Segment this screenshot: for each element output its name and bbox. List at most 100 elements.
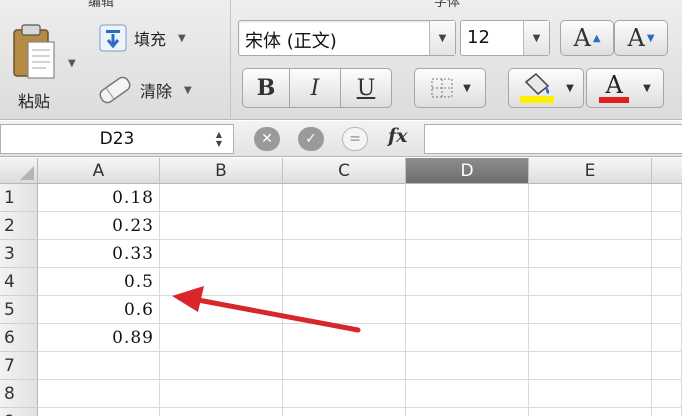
cell[interactable] (652, 268, 682, 296)
fx-icon[interactable]: fx (388, 125, 408, 147)
name-box-stepper[interactable]: ▲ ▼ (206, 125, 232, 153)
select-all-corner[interactable] (0, 158, 38, 184)
shrink-font-button[interactable]: A ▼ (614, 20, 668, 56)
cell[interactable]: 0.6 (38, 296, 160, 324)
row-header[interactable]: 4 (0, 268, 38, 296)
cell[interactable] (283, 184, 406, 212)
cell[interactable] (406, 324, 529, 352)
fill-button[interactable]: 填充 ▼ (98, 24, 186, 52)
function-wizard-icon[interactable]: = (342, 127, 368, 151)
cell[interactable] (160, 184, 283, 212)
cell[interactable] (160, 296, 283, 324)
cell[interactable] (652, 380, 682, 408)
cell[interactable] (283, 240, 406, 268)
borders-button[interactable]: ▼ (414, 68, 486, 108)
cell[interactable] (529, 296, 652, 324)
column-header-b[interactable]: B (160, 158, 283, 184)
cell[interactable] (406, 352, 529, 380)
row-header[interactable]: 3 (0, 240, 38, 268)
cell[interactable] (38, 408, 160, 416)
cell[interactable] (160, 212, 283, 240)
name-box[interactable]: D23 (0, 124, 234, 154)
cell[interactable] (406, 184, 529, 212)
italic-button[interactable]: I (289, 68, 341, 108)
cell[interactable] (406, 408, 529, 416)
cell[interactable]: 0.18 (38, 184, 160, 212)
row-header[interactable]: 7 (0, 352, 38, 380)
cell[interactable] (160, 408, 283, 416)
borders-icon (431, 78, 453, 98)
column-header-a[interactable]: A (38, 158, 160, 184)
cell[interactable] (529, 184, 652, 212)
cell[interactable] (160, 352, 283, 380)
cell[interactable] (406, 296, 529, 324)
bold-button[interactable]: B (242, 68, 290, 108)
cell[interactable] (283, 268, 406, 296)
fill-color-button[interactable]: ▼ (508, 68, 584, 108)
cell[interactable] (652, 296, 682, 324)
clear-button[interactable]: 清除 ▼ (96, 76, 192, 104)
up-arrow-icon[interactable]: ▲ (216, 130, 222, 139)
formula-input[interactable] (424, 124, 682, 154)
cell[interactable] (406, 212, 529, 240)
cell[interactable]: 0.33 (38, 240, 160, 268)
cell[interactable] (38, 352, 160, 380)
row-header[interactable]: 6 (0, 324, 38, 352)
cell[interactable] (529, 352, 652, 380)
column-header-e[interactable]: E (529, 158, 652, 184)
cell[interactable]: 0.23 (38, 212, 160, 240)
cell[interactable] (529, 268, 652, 296)
cell[interactable] (406, 268, 529, 296)
down-arrow-icon[interactable]: ▼ (216, 139, 222, 148)
cell[interactable] (652, 408, 682, 416)
cell[interactable] (652, 212, 682, 240)
column-header-d[interactable]: D (406, 158, 529, 184)
chevron-down-icon[interactable]: ▼ (523, 21, 549, 55)
cell[interactable] (652, 240, 682, 268)
cell[interactable] (38, 380, 160, 408)
cancel-icon[interactable]: ✕ (254, 127, 280, 151)
underline-button[interactable]: U (340, 68, 392, 108)
cell[interactable]: 0.5 (38, 268, 160, 296)
chevron-down-icon[interactable]: ▼ (463, 83, 471, 94)
cell[interactable] (160, 324, 283, 352)
cell[interactable] (529, 212, 652, 240)
row-header[interactable]: 2 (0, 212, 38, 240)
font-name-select[interactable]: 宋体 (正文) ▼ (238, 20, 456, 56)
column-header-c[interactable]: C (283, 158, 406, 184)
grow-font-button[interactable]: A ▲ (560, 20, 614, 56)
cell[interactable] (652, 324, 682, 352)
chevron-down-icon[interactable]: ▼ (68, 58, 76, 69)
cell[interactable] (283, 408, 406, 416)
chevron-down-icon[interactable]: ▼ (184, 85, 192, 96)
chevron-down-icon[interactable]: ▼ (429, 21, 455, 55)
font-color-button[interactable]: A ▼ (586, 68, 664, 108)
cell[interactable] (283, 380, 406, 408)
cell[interactable]: 0.89 (38, 324, 160, 352)
cell[interactable] (283, 324, 406, 352)
cell[interactable] (406, 380, 529, 408)
row-header[interactable]: 9 (0, 408, 38, 416)
column-header-f[interactable] (652, 158, 682, 184)
cell[interactable] (529, 240, 652, 268)
font-size-select[interactable]: 12 ▼ (460, 20, 550, 56)
cell[interactable] (529, 408, 652, 416)
cell[interactable] (652, 184, 682, 212)
cell[interactable] (652, 352, 682, 380)
row-header[interactable]: 8 (0, 380, 38, 408)
cell[interactable] (160, 380, 283, 408)
cell[interactable] (160, 268, 283, 296)
cell[interactable] (529, 380, 652, 408)
chevron-down-icon[interactable]: ▼ (566, 83, 574, 94)
cell[interactable] (283, 212, 406, 240)
chevron-down-icon[interactable]: ▼ (178, 33, 186, 44)
cell[interactable] (529, 324, 652, 352)
chevron-down-icon[interactable]: ▼ (643, 83, 651, 94)
cell[interactable] (283, 352, 406, 380)
enter-check-icon[interactable]: ✓ (298, 127, 324, 151)
cell[interactable] (283, 296, 406, 324)
row-header[interactable]: 1 (0, 184, 38, 212)
cell[interactable] (406, 240, 529, 268)
cell[interactable] (160, 240, 283, 268)
row-header[interactable]: 5 (0, 296, 38, 324)
